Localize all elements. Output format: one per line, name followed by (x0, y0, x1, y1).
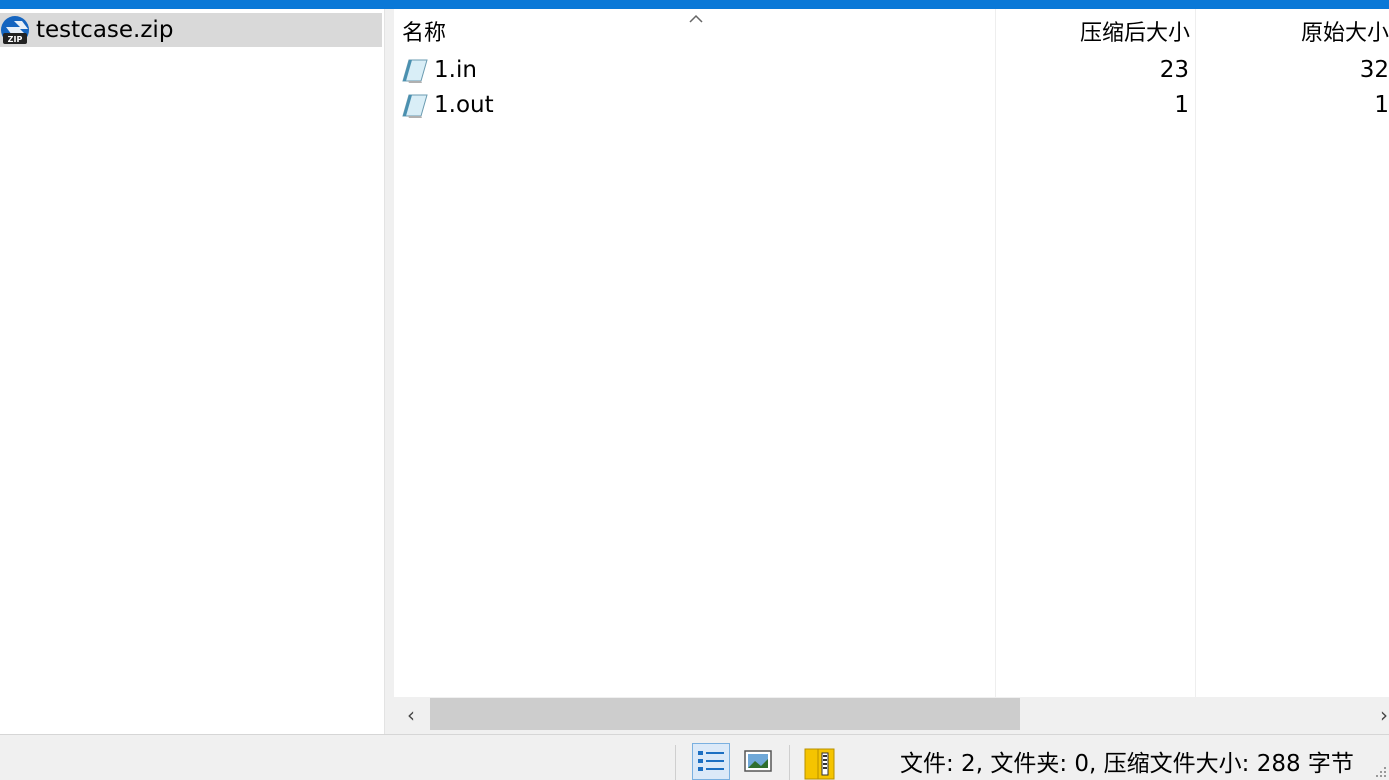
tree-item-archive[interactable]: ZIP testcase.zip (0, 13, 382, 47)
details-view-icon (698, 751, 724, 771)
status-divider (789, 745, 790, 780)
file-original-size: 32 (1359, 57, 1389, 83)
file-row[interactable]: 1.out 1 1 (394, 88, 1389, 122)
scroll-right-arrow[interactable]: › (1367, 697, 1389, 734)
file-compressed-size: 23 (1159, 57, 1189, 83)
svg-text:ZIP: ZIP (8, 35, 23, 44)
text-file-icon (402, 59, 428, 83)
text-file-icon (402, 94, 428, 118)
archive-info-button[interactable] (802, 743, 840, 780)
folder-tree-pane[interactable]: ZIP testcase.zip (0, 9, 384, 734)
chevron-up-icon (689, 14, 703, 23)
file-row[interactable]: 1.in 23 32 (394, 53, 1389, 87)
status-bar: 文件: 2, 文件夹: 0, 压缩文件大小: 288 字节 (0, 734, 1389, 780)
horizontal-scrollbar[interactable]: ‹ › (394, 697, 1389, 734)
zip-book-icon (804, 748, 835, 780)
details-view-button[interactable] (692, 743, 730, 780)
column-header-original-size[interactable]: 原始大小 (1301, 19, 1389, 49)
scrollbar-thumb[interactable] (430, 698, 1020, 730)
preview-button[interactable] (740, 743, 778, 780)
column-header-compressed-size[interactable]: 压缩后大小 (1080, 19, 1190, 49)
status-divider (675, 745, 676, 780)
file-list-pane[interactable]: 名称 压缩后大小 原始大小 1.in 23 32 1.out 1 1 ‹ › (394, 9, 1389, 734)
scroll-left-arrow[interactable]: ‹ (394, 697, 428, 734)
window-top-accent-bar (0, 0, 1389, 9)
file-original-size: 1 (1374, 92, 1389, 118)
resize-grip-icon[interactable] (1375, 766, 1387, 778)
file-name: 1.out (434, 92, 494, 118)
file-compressed-size: 1 (1174, 92, 1189, 118)
preview-icon (744, 750, 772, 772)
file-name: 1.in (434, 57, 477, 83)
zip-archive-icon: ZIP (1, 16, 29, 44)
column-header-name[interactable]: 名称 (402, 19, 446, 49)
archive-summary: 文件: 2, 文件夹: 0, 压缩文件大小: 288 字节 (900, 751, 1354, 777)
archive-name: testcase.zip (36, 17, 174, 43)
